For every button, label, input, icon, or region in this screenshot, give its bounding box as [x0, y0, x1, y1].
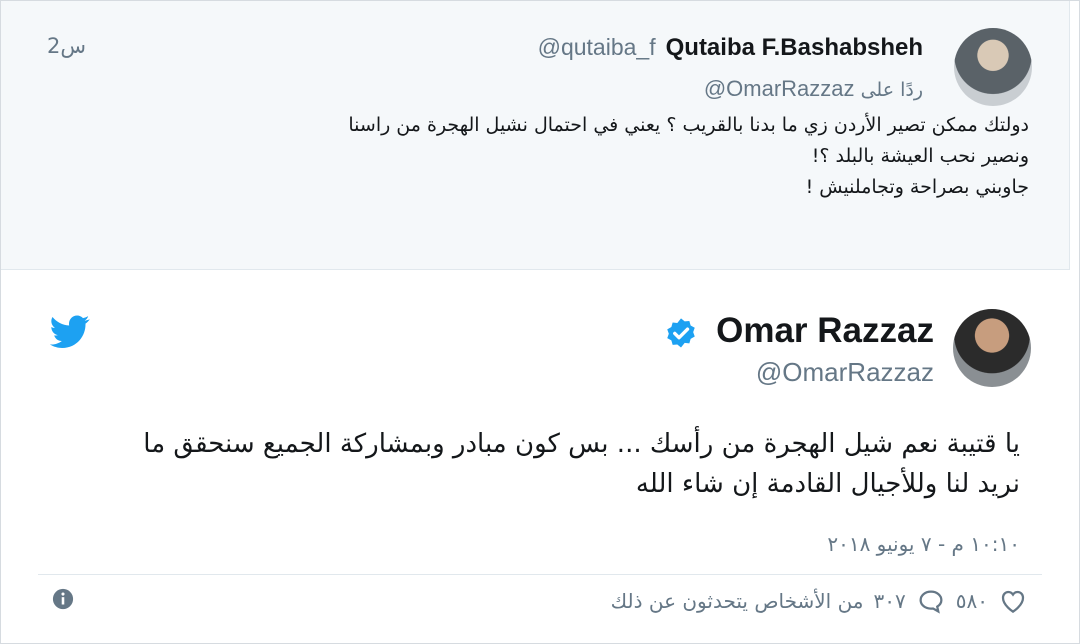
- verified-badge-icon: [667, 318, 695, 348]
- replying-to-mention[interactable]: @OmarRazzaz: [704, 76, 855, 101]
- avatar-omar[interactable]: [953, 309, 1031, 387]
- replying-to-label: ردًا على: [860, 79, 923, 101]
- divider: [38, 574, 1042, 575]
- replies-label[interactable]: من الأشخاص يتحدثون عن ذلك: [611, 589, 864, 613]
- like-count[interactable]: ٥٨٠: [956, 589, 988, 613]
- reply-tweet-card[interactable]: 2س @qutaiba_f Qutaiba F.Bashabsheh ردًا ع…: [1, 1, 1070, 270]
- comment-bubble-icon[interactable]: [916, 586, 946, 616]
- reply-count[interactable]: ٣٠٧: [874, 589, 906, 613]
- tweet-author-name[interactable]: Omar Razzaz: [716, 311, 934, 351]
- tweet-timestamp[interactable]: ١٠:١٠ م - ٧ يونيو ٢٠١٨: [827, 532, 1020, 556]
- avatar-qutaiba[interactable]: [954, 28, 1032, 106]
- tweet-author-handle[interactable]: @OmarRazzaz: [756, 357, 934, 388]
- reply-tweet-author-name[interactable]: Qutaiba F.Bashabsheh: [666, 34, 923, 61]
- reply-tweet-line: ونصير نحب العيشة بالبلد ؟!: [811, 145, 1029, 167]
- reply-tweet-handle[interactable]: @qutaiba_f: [538, 34, 656, 60]
- reply-tweet-line: جاوبني بصراحة وتجاملنيش !: [805, 176, 1029, 198]
- reply-tweet-header: @qutaiba_f Qutaiba F.Bashabsheh: [538, 34, 923, 62]
- heart-icon[interactable]: [998, 586, 1028, 616]
- tweet-text-line: يا قتيبة نعم شيل الهجرة من رأسك ... بس ك…: [143, 429, 1020, 459]
- info-icon[interactable]: [52, 588, 74, 610]
- tweet-actions: ٥٨٠ ٣٠٧ من الأشخاص يتحدثون عن ذلك: [611, 586, 1028, 616]
- twitter-bird-icon[interactable]: [50, 315, 90, 349]
- reply-tweet-time[interactable]: 2س: [47, 34, 86, 58]
- reply-tweet-line: دولتك ممكن تصير الأردن زي ما بدنا بالقري…: [348, 114, 1029, 136]
- tweet-text-line: نريد لنا وللأجيال القادمة إن شاء الله: [635, 469, 1020, 499]
- replying-to: ردًا على @OmarRazzaz: [704, 76, 923, 102]
- tweet-text: يا قتيبة نعم شيل الهجرة من رأسك ... بس ك…: [30, 424, 1020, 504]
- reply-tweet-text: دولتك ممكن تصير الأردن زي ما بدنا بالقري…: [19, 110, 1029, 203]
